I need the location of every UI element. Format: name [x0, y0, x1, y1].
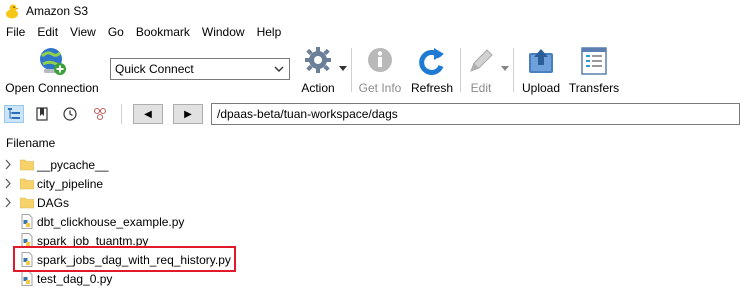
item-name: __pycache__ [37, 158, 109, 172]
window-title: Amazon S3 [26, 4, 89, 18]
list-item[interactable]: DAGs [0, 193, 740, 212]
open-connection-label: Open Connection [5, 81, 99, 95]
filename-column-header[interactable]: Filename [6, 136, 55, 150]
item-name: DAGs [37, 196, 70, 210]
folder-icon [20, 178, 34, 190]
transfers-label: Transfers [568, 81, 620, 95]
get-info-label: Get Info [358, 81, 402, 95]
gear-icon [305, 47, 331, 73]
bookmarks-icon[interactable] [32, 105, 52, 123]
quick-connect-select[interactable]: Quick Connect [110, 58, 290, 80]
refresh-label: Refresh [410, 81, 454, 95]
title-bar: Amazon S3 [0, 0, 740, 22]
folder-icon [20, 197, 34, 209]
globe-plus-icon [40, 48, 66, 75]
folder-icon [20, 159, 34, 171]
toolbar-divider [513, 48, 514, 92]
list-item[interactable]: city_pipeline [0, 174, 740, 193]
duck-icon [6, 4, 19, 19]
back-arrow-icon: ◀ [144, 108, 152, 120]
info-icon [368, 48, 392, 72]
action-button[interactable]: Action [296, 44, 340, 96]
pencil-icon [470, 49, 493, 72]
list-item[interactable]: dbt_clickhouse_example.py [0, 212, 740, 231]
forward-button[interactable]: ▶ [173, 104, 203, 124]
path-field[interactable]: /dpaas-beta/tuan-workspace/dags [211, 103, 740, 125]
menu-bar: File Edit View Go Bookmark Window Help [0, 22, 740, 42]
history-clock-icon[interactable] [60, 105, 80, 123]
upload-label: Upload [521, 81, 561, 95]
highlight-annotation-box [13, 246, 236, 272]
forward-arrow-icon: ▶ [184, 108, 192, 120]
menu-bookmark[interactable]: Bookmark [130, 22, 196, 42]
bonjour-icon[interactable] [90, 105, 110, 123]
edit-button[interactable]: Edit [464, 44, 498, 96]
menu-window[interactable]: Window [196, 22, 251, 42]
upload-icon [529, 49, 553, 73]
navigation-bar: ◀ ▶ /dpaas-beta/tuan-workspace/dags [0, 100, 740, 128]
item-name: dbt_clickhouse_example.py [37, 215, 185, 229]
menu-help[interactable]: Help [251, 22, 288, 42]
menu-edit[interactable]: Edit [31, 22, 64, 42]
menu-go[interactable]: Go [102, 22, 130, 42]
quick-connect-value: Quick Connect [115, 62, 194, 76]
refresh-icon [419, 48, 444, 75]
menu-file[interactable]: File [0, 22, 31, 42]
caret-down-icon[interactable] [501, 66, 509, 72]
transfers-button[interactable]: Transfers [568, 44, 620, 96]
caret-down-icon[interactable] [339, 66, 347, 72]
path-value: /dpaas-beta/tuan-workspace/dags [217, 107, 398, 121]
chevron-down-icon [274, 66, 284, 72]
item-name: city_pipeline [37, 177, 104, 191]
open-connection-button[interactable]: Open Connection [4, 44, 100, 96]
chevron-right-icon[interactable] [4, 159, 12, 170]
python-file-icon [21, 214, 33, 229]
chevron-right-icon[interactable] [4, 197, 12, 208]
toolbar-divider [351, 48, 352, 92]
upload-button[interactable]: Upload [518, 44, 564, 96]
python-file-icon [21, 271, 33, 286]
toolbar-divider [460, 48, 461, 92]
browser-view-icon[interactable] [4, 105, 24, 123]
list-item[interactable]: __pycache__ [0, 155, 740, 174]
menu-view[interactable]: View [64, 22, 102, 42]
edit-label: Edit [470, 81, 492, 95]
refresh-button[interactable]: Refresh [408, 44, 456, 96]
get-info-button[interactable]: Get Info [356, 44, 404, 96]
back-button[interactable]: ◀ [133, 104, 163, 124]
chevron-right-icon[interactable] [4, 178, 12, 189]
item-name: test_dag_0.py [37, 272, 113, 286]
nav-divider [121, 104, 122, 124]
action-label: Action [301, 81, 335, 95]
toolbar: Open Connection Quick Connect Action Get… [0, 42, 740, 98]
transfers-icon [581, 47, 607, 75]
